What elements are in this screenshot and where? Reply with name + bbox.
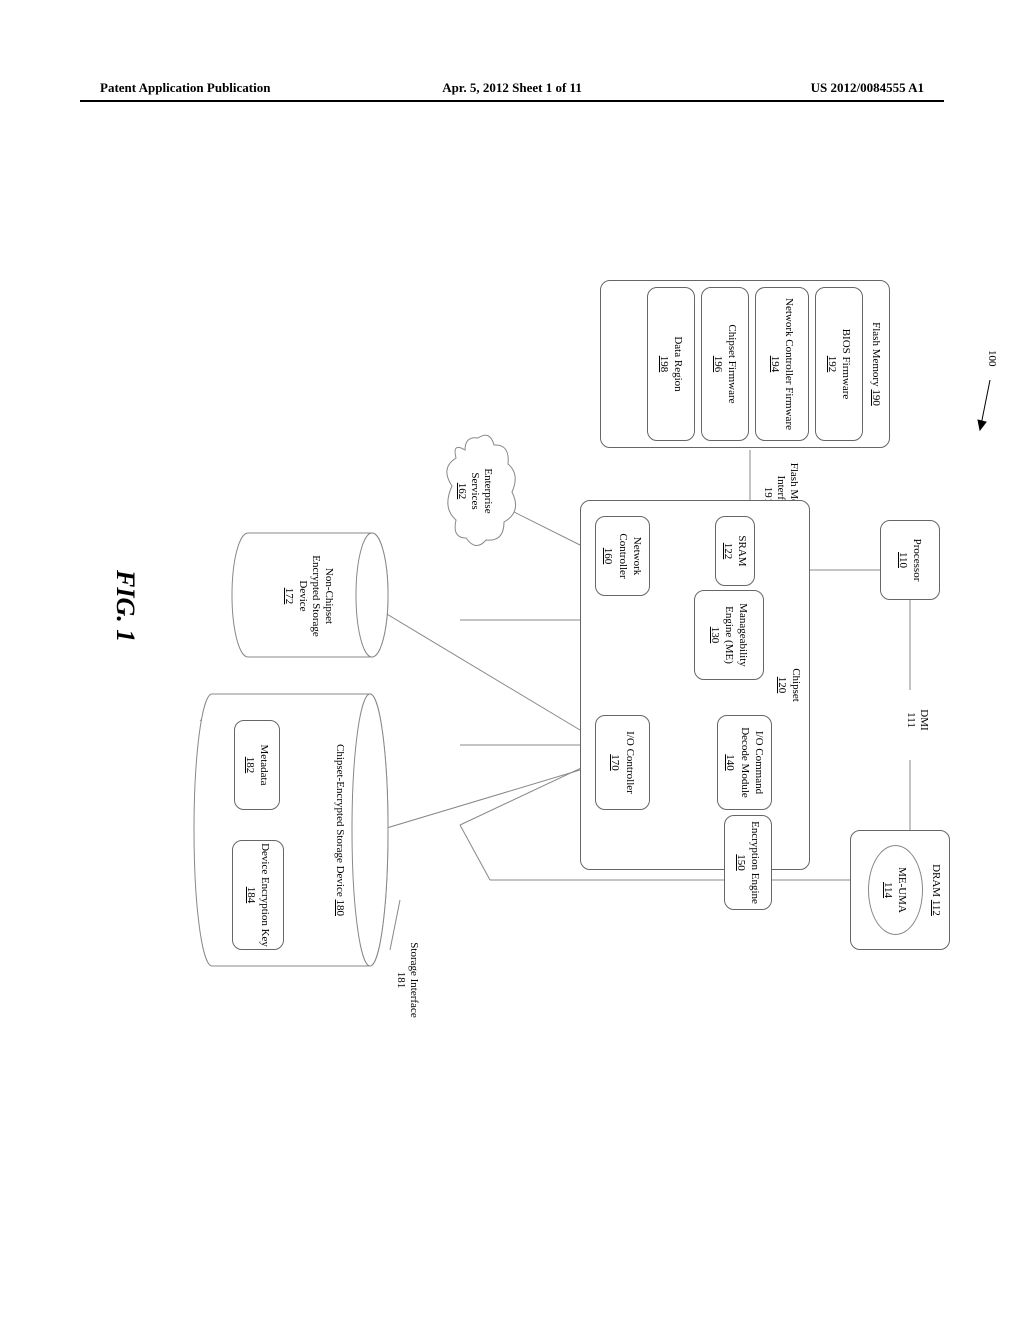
dmi-label: DMI111 [904, 690, 930, 750]
header-center: Apr. 5, 2012 Sheet 1 of 11 [375, 80, 650, 96]
chipset-encrypted-storage-label: Chipset-Encrypted Storage Device 180 [333, 730, 346, 930]
dram-block: DRAM 112 ME-UMA 114 [850, 830, 950, 950]
enterprise-services-cloud: Enterprise Services162 [440, 430, 520, 550]
processor-block: Processor 110 [880, 520, 940, 600]
non-chipset-encrypted-storage-label: Non-Chipset Encrypted Storage Device172 [282, 544, 335, 648]
data-region-block: Data Region 198 [647, 287, 695, 441]
system-diagram: 100 Flash Memory 190 BIOS Firmware 192 N… [0, 270, 1010, 1100]
dram-title: DRAM 112 [929, 864, 943, 916]
non-chipset-encrypted-storage-cylinder: Non-Chipset Encrypted Storage Device172 [230, 530, 390, 660]
metadata-block: Metadata 182 [234, 720, 280, 810]
header-left: Patent Application Publication [100, 80, 375, 96]
sram-block: SRAM 122 [715, 516, 755, 586]
encryption-engine-block: Encryption Engine 150 [724, 815, 772, 910]
chipset-title: Chipset120 [774, 668, 803, 702]
enterprise-services-label: Enterprise Services162 [454, 456, 494, 526]
io-command-decode-block: I/O Command Decode Module 140 [717, 715, 772, 810]
page-header: Patent Application Publication Apr. 5, 2… [0, 80, 1024, 96]
me-uma-block: ME-UMA 114 [868, 845, 923, 935]
header-divider [80, 100, 944, 102]
header-right: US 2012/0084555 A1 [649, 80, 924, 96]
storage-interface-181-label: Storage Interface181 [394, 930, 420, 1030]
chipset-firmware-block: Chipset Firmware 196 [701, 287, 749, 441]
network-controller-block: Network Controller 160 [595, 516, 650, 596]
bios-firmware-block: BIOS Firmware 192 [815, 287, 863, 441]
network-controller-firmware-block: Network Controller Firmware 194 [755, 287, 809, 441]
flash-memory-title: Flash Memory 190 [869, 287, 883, 441]
device-encryption-key-block: Device Encryption Key 184 [232, 840, 284, 950]
diagram-ref-label: 100 [985, 350, 998, 367]
io-controller-block: I/O Controller 170 [595, 715, 650, 810]
flash-memory-block: Flash Memory 190 BIOS Firmware 192 Netwo… [600, 280, 890, 448]
chipset-encrypted-storage-cylinder: Chipset-Encrypted Storage Device 180 Met… [190, 690, 390, 970]
manageability-engine-block: Manageability Engine (ME) 130 [694, 590, 764, 680]
figure-label: FIG. 1 [110, 570, 140, 642]
